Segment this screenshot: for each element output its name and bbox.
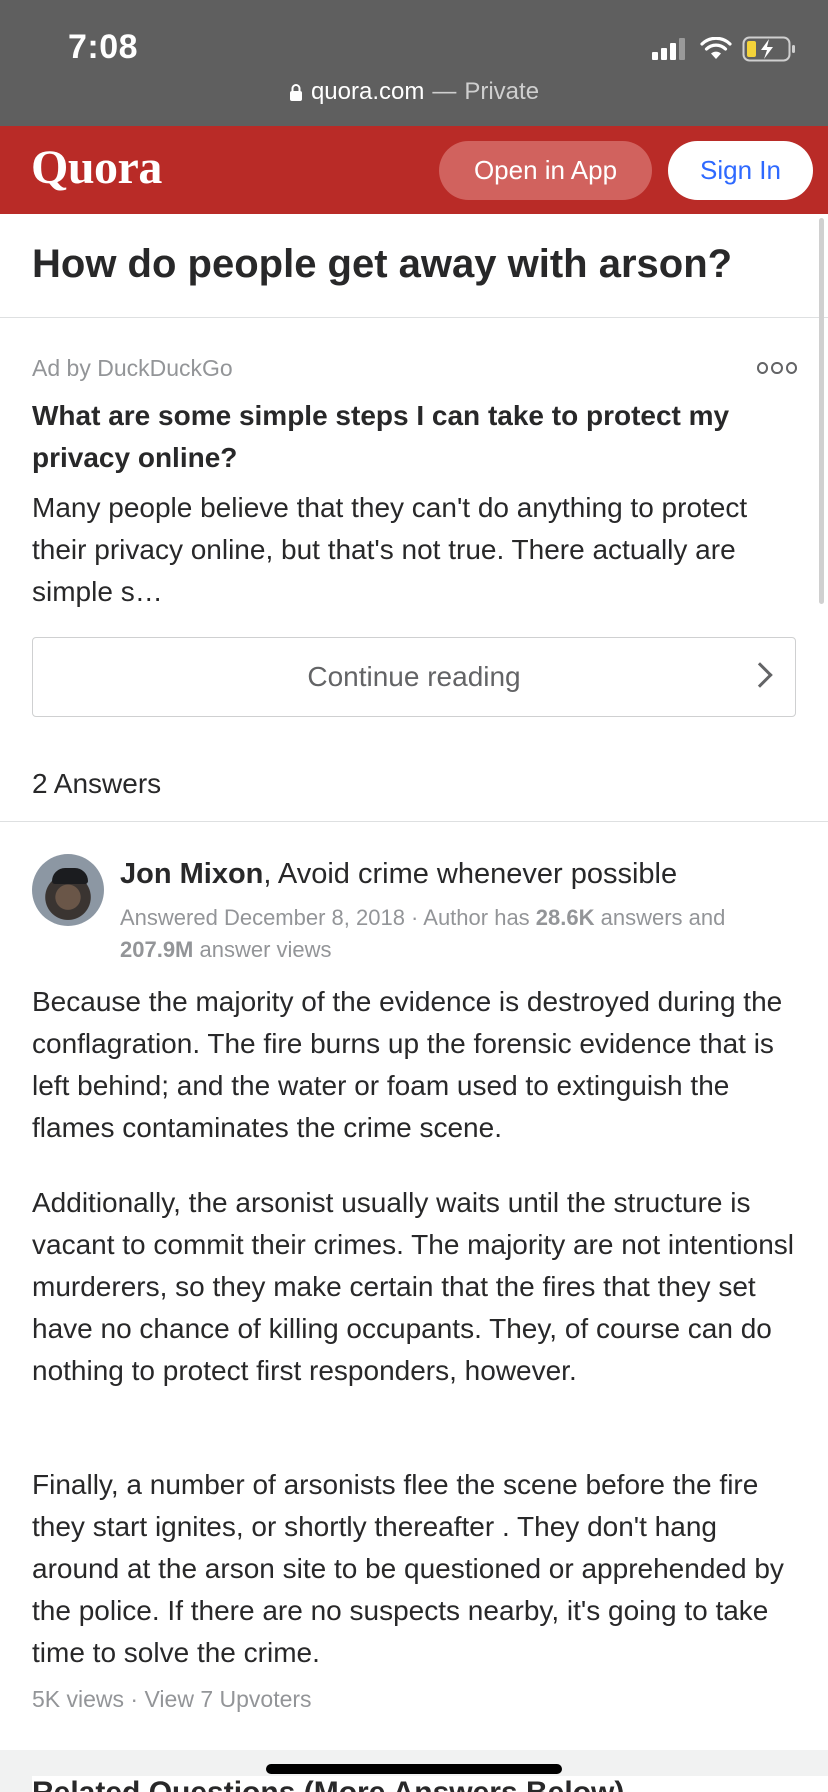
answer-paragraph: Because the majority of the evidence is … <box>32 986 783 1143</box>
divider <box>0 317 828 318</box>
ad-more-options-icon[interactable] <box>757 360 797 376</box>
battery-charging-icon <box>742 36 795 62</box>
author-credential: , Avoid crime whenever possible <box>263 858 678 890</box>
author-answers-word: answers and <box>594 905 726 930</box>
site-header: Quora Open in App Sign In <box>0 126 828 214</box>
url-separator: — <box>432 78 457 105</box>
answered-date: Answered December 8, 2018 · Author has <box>120 905 536 930</box>
avatar-cap-icon <box>52 868 88 884</box>
url-domain: quora.com <box>310 78 425 105</box>
answers-count: 2 Answers <box>32 768 162 799</box>
author-views-word: answer views <box>193 937 332 962</box>
author-line: Jon Mixon, Avoid crime whenever possible <box>120 858 677 891</box>
author-views-count: 207.9M <box>120 937 194 962</box>
question-title: How do people get away with arson? <box>32 242 733 286</box>
ad-title[interactable]: What are some simple steps I can take to… <box>32 395 802 479</box>
ad-body: Many people believe that they can't do a… <box>32 492 748 607</box>
url-private-label: Private <box>464 78 540 105</box>
chevron-right-icon <box>747 662 773 688</box>
lock-icon <box>289 84 302 101</box>
home-indicator[interactable] <box>266 1764 562 1774</box>
answer-paragraph: Finally, a number of arsonists flee the … <box>32 1469 784 1668</box>
continue-reading-label: Continue reading <box>307 661 521 692</box>
wifi-icon <box>700 37 732 59</box>
open-in-app-button[interactable]: Open in App <box>439 141 652 200</box>
author-name[interactable]: Jon Mixon <box>120 858 263 890</box>
author-answers-count: 28.6K <box>535 905 595 930</box>
view-upvoters-link[interactable]: View 7 Upvoters <box>145 1686 312 1712</box>
answer-meta: Answered December 8, 2018 · Author has 2… <box>120 902 800 966</box>
avatar[interactable] <box>32 854 104 926</box>
status-bar: 7:08 quora.com — Private <box>0 0 828 126</box>
stats-separator: · <box>124 1686 145 1712</box>
status-icons <box>652 34 796 64</box>
sign-in-button[interactable]: Sign In <box>668 141 813 200</box>
ad-label: Ad by DuckDuckGo <box>32 355 233 381</box>
views-count: 5K views <box>32 1686 125 1712</box>
divider <box>0 821 828 822</box>
continue-reading-button[interactable]: Continue reading <box>32 637 796 717</box>
quora-logo[interactable]: Quora <box>31 140 162 195</box>
signal-icon <box>652 38 685 60</box>
answer-paragraph: Additionally, the arsonist usually waits… <box>32 1187 795 1386</box>
url-bar[interactable]: quora.com — Private <box>0 78 828 106</box>
scrollbar[interactable] <box>819 218 824 604</box>
related-questions-heading: Related Questions (More Answers Below) <box>32 1776 828 1792</box>
answer-stats: 5K views · View 7 Upvoters <box>32 1686 312 1713</box>
status-time: 7:08 <box>68 28 139 66</box>
